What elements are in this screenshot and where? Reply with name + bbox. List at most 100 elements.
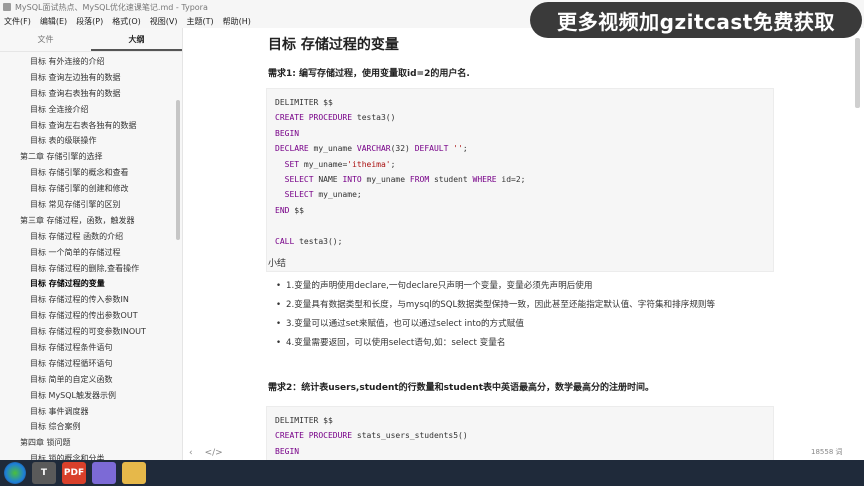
- code-keyword: BEGIN: [275, 128, 300, 138]
- outline-item[interactable]: 目标 查询左边独有的数据: [0, 70, 176, 86]
- sidebar-footer: ‹ </>: [183, 446, 223, 460]
- outline-item[interactable]: 目标 事件调度器: [0, 404, 176, 420]
- code-text: stats_users_students5(): [352, 431, 468, 441]
- outline-item[interactable]: 第二章 存储引擎的选择: [0, 149, 176, 165]
- summary-label: 小结: [268, 259, 287, 269]
- code-text: my_uname;: [313, 190, 362, 200]
- toggle-sidebar-icon[interactable]: ‹: [189, 448, 193, 458]
- taskbar: T PDF: [0, 460, 864, 486]
- menu-item[interactable]: 段落(P): [76, 16, 103, 27]
- pdf-taskbar-icon[interactable]: PDF: [62, 462, 86, 484]
- code-line: CREATE PROCEDURE testa3(): [275, 110, 765, 125]
- menu-item[interactable]: 帮助(H): [223, 16, 251, 27]
- content-scrollbar[interactable]: [855, 38, 860, 108]
- outline-item[interactable]: 目标 查询左右表各独有的数据: [0, 118, 176, 134]
- outline-item[interactable]: 目标 全连接介绍: [0, 102, 176, 118]
- outline-item[interactable]: 目标 有外连接的介绍: [0, 54, 176, 70]
- code-keyword: SELECT: [275, 190, 314, 200]
- outline-item[interactable]: 目标 存储过程的删除,查看操作: [0, 261, 176, 277]
- code-text: $$: [289, 205, 304, 215]
- code-keyword: CREATE PROCEDURE: [275, 431, 353, 441]
- code-keyword: INTO: [342, 174, 362, 184]
- code-keyword: DEFAULT: [414, 144, 449, 154]
- code-text: my_uname=: [299, 159, 348, 169]
- code-line: DELIMITER $$: [275, 95, 765, 110]
- summary-item: 1.变量的声明使用declare,一句declare只声明一个变量，变量必须先声…: [276, 278, 781, 294]
- code-text: my_uname: [361, 174, 410, 184]
- outline-item[interactable]: 第三章 存储过程，函数，触发器: [0, 213, 176, 229]
- outline-item[interactable]: 目标 常见存储引擎的区别: [0, 197, 176, 213]
- code-line: END $$: [275, 203, 765, 218]
- outline-item[interactable]: 第四章 锁问题: [0, 435, 176, 451]
- code-keyword: BEGIN: [275, 446, 300, 456]
- section-heading: 目标 存储过程的变量: [268, 37, 399, 53]
- outline-item[interactable]: 目标 查询右表独有的数据: [0, 86, 176, 102]
- code-keyword: WHERE: [472, 174, 497, 184]
- outline-item[interactable]: 目标 表的级联操作: [0, 133, 176, 149]
- tab-outline[interactable]: 大纲: [91, 28, 182, 51]
- outline-item[interactable]: 目标 存储引擎的创建和修改: [0, 181, 176, 197]
- code-text: DELIMITER $$: [275, 416, 333, 425]
- outline-item[interactable]: 目标 存储过程的可变参数INOUT: [0, 324, 176, 340]
- outline-item-active[interactable]: 目标 存储过程的变量: [0, 276, 176, 292]
- menu-item[interactable]: 格式(O): [112, 16, 141, 27]
- folder-taskbar-icon[interactable]: [122, 462, 146, 484]
- code-line: SELECT my_uname;: [275, 187, 765, 202]
- code-line: SET my_uname='itheima';: [275, 157, 765, 172]
- document-content[interactable]: 目标 存储过程的变量 需求1: 编写存储过程，使用变量取id=2的用户名. DE…: [266, 30, 786, 460]
- typora-app-icon: [3, 3, 11, 11]
- code-line: DECLARE my_uname VARCHAR(32) DEFAULT '';: [275, 141, 765, 156]
- code-text: id=2;: [496, 174, 526, 184]
- summary-list: 1.变量的声明使用declare,一句declare只声明一个变量，变量必须先声…: [276, 278, 781, 354]
- summary-item: 3.变量可以通过set来赋值，也可以通过select into的方式赋值: [276, 316, 781, 332]
- outline-item[interactable]: 目标 存储过程的传出参数OUT: [0, 308, 176, 324]
- code-text: my_uname: [308, 144, 357, 154]
- code-keyword: FROM: [409, 174, 430, 184]
- summary-item: 2.变量具有数据类型和长度，与mysql的SQL数据类型保持一致，因此甚至还能指…: [276, 297, 781, 313]
- app-taskbar-icon[interactable]: [92, 462, 116, 484]
- code-line: BEGIN: [275, 126, 765, 141]
- outline-item[interactable]: 目标 存储过程条件语句: [0, 340, 176, 356]
- menu-item[interactable]: 主题(T): [186, 16, 213, 27]
- start-button[interactable]: [4, 462, 26, 484]
- code-text: ;: [462, 144, 468, 154]
- window-title: MySQL面试热点、MySQL优化速课笔记.md - Typora: [15, 2, 208, 12]
- menu-item[interactable]: 视图(V): [150, 16, 178, 27]
- code-text: testa3(): [352, 113, 396, 123]
- code-keyword: SELECT: [275, 174, 314, 184]
- typora-taskbar-icon[interactable]: T: [32, 462, 56, 484]
- code-block-2[interactable]: DELIMITER $$ CREATE PROCEDURE stats_users…: [266, 406, 774, 460]
- code-line: DELIMITER $$: [275, 413, 765, 428]
- menu-item[interactable]: 编辑(E): [40, 16, 67, 27]
- code-string: '': [453, 144, 463, 154]
- outline-item[interactable]: 目标 存储过程 函数的介绍: [0, 229, 176, 245]
- sidebar-tabs: 文件 大纲: [0, 28, 182, 52]
- code-block-1[interactable]: DELIMITER $$ CREATE PROCEDURE testa3() BEG…: [266, 88, 774, 272]
- code-text: ;: [390, 159, 396, 169]
- tab-files[interactable]: 文件: [0, 28, 91, 51]
- code-line: BEGIN: [275, 444, 765, 459]
- sidebar-scrollbar[interactable]: [176, 100, 180, 240]
- code-line: CREATE PROCEDURE stats_users_students5(): [275, 428, 765, 443]
- code-keyword: DECLARE: [275, 144, 309, 154]
- outline-item[interactable]: 目标 MySQL触发器示例: [0, 388, 176, 404]
- code-line: CALL testa3();: [275, 234, 765, 249]
- code-keyword: CREATE PROCEDURE: [275, 113, 353, 123]
- outline-list: 目标 有外连接的介绍 目标 查询左边独有的数据 目标 查询右表独有的数据 目标 全连接…: [0, 54, 176, 460]
- outline-item[interactable]: 目标 存储过程循环语句: [0, 356, 176, 372]
- outline-item[interactable]: 目标 存储引擎的概念和查看: [0, 165, 176, 181]
- word-count[interactable]: 18558 词: [811, 447, 843, 457]
- outline-item[interactable]: 目标 锁的概念和分类: [0, 451, 176, 460]
- source-mode-icon[interactable]: </>: [205, 448, 223, 458]
- sidebar: 文件 大纲 目标 有外连接的介绍 目标 查询左边独有的数据 目标 查询右表独有的数据…: [0, 28, 183, 460]
- outline-item[interactable]: 目标 综合案例: [0, 419, 176, 435]
- code-keyword: END: [275, 205, 290, 215]
- code-keyword: SET: [275, 159, 300, 169]
- code-string: 'itheima': [347, 159, 391, 169]
- outline-item[interactable]: 目标 一个简单的存储过程: [0, 245, 176, 261]
- code-text: testa3();: [294, 236, 343, 246]
- outline-item[interactable]: 目标 存储过程的传入参数IN: [0, 292, 176, 308]
- outline-item[interactable]: 目标 简单的自定义函数: [0, 372, 176, 388]
- code-keyword: CALL: [275, 236, 295, 246]
- menu-item[interactable]: 文件(F): [4, 16, 31, 27]
